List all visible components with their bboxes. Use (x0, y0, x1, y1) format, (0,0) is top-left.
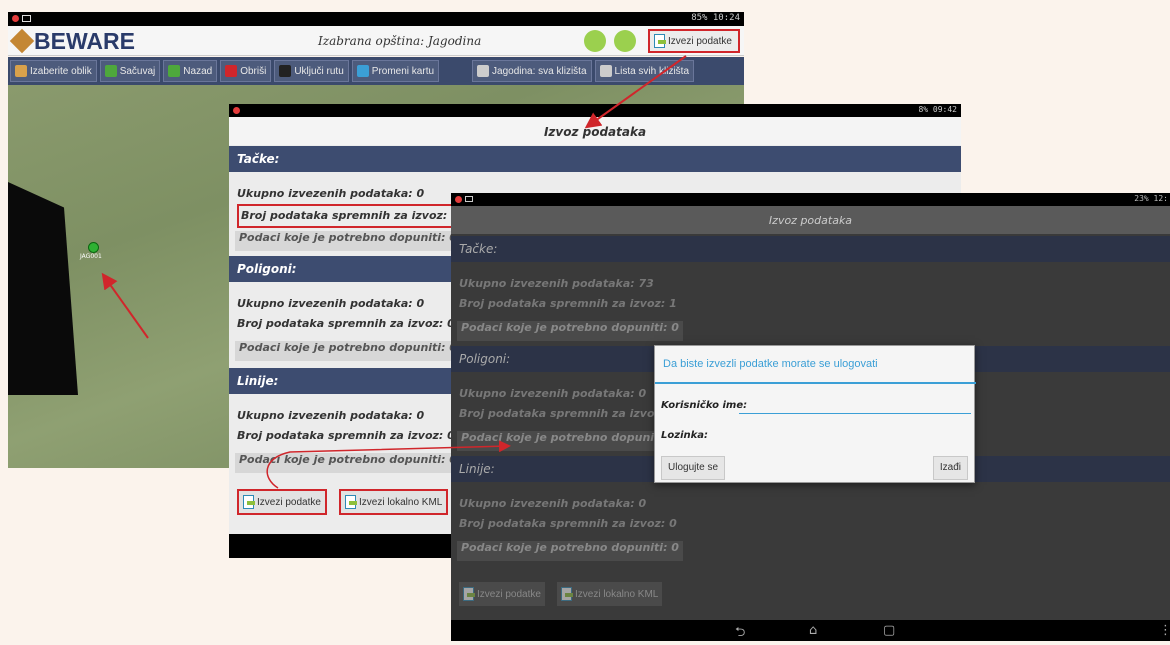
landslide-marker[interactable] (88, 242, 99, 253)
button-label: Izvezi lokalno KML (575, 588, 659, 600)
screen-icon (465, 196, 473, 202)
notification-icon (233, 107, 240, 114)
username-label: Korisničko ime: (661, 400, 748, 411)
export-kml-button[interactable]: Izvezi lokalno KML (557, 582, 663, 606)
status-text: 85% 10:24 (691, 13, 740, 23)
selected-municipality: Izabrana opština: Jagodina (318, 34, 482, 48)
route-icon (279, 65, 292, 77)
status-text: 23% 12: (1134, 194, 1168, 203)
recent-apps-icon[interactable]: ▢ (883, 623, 895, 638)
toolbar-label: Sačuvaj (119, 65, 156, 77)
notification-icon (12, 15, 19, 22)
ready-count: Broj podataka spremnih za izvoz: 1 (459, 297, 677, 310)
to-complete-button[interactable]: Podaci koje je potrebno dopuniti: 0 (235, 341, 461, 361)
notification-icon (455, 196, 462, 203)
toolbar-label: Izaberite oblik (30, 65, 92, 77)
export-document-icon (561, 587, 573, 601)
status-bar: 23% 12: (451, 193, 1170, 206)
back-icon[interactable]: ⮌ (735, 623, 745, 645)
dialog-title: Da biste izvezli podatke morate se ulogo… (663, 358, 878, 370)
export-document-icon (463, 587, 475, 601)
home-icon[interactable]: ⌂ (809, 623, 817, 638)
main-toolbar: Izaberite oblik Sačuvaj Nazad Obriši Ukl… (8, 57, 744, 85)
all-landslides-municipality-button[interactable]: Jagodina: sva klizišta (472, 60, 592, 82)
dialog-divider (655, 382, 976, 384)
password-label: Lozinka: (661, 430, 709, 441)
back-button[interactable]: Nazad (163, 60, 218, 82)
username-field[interactable] (739, 400, 971, 414)
list-icon (599, 65, 612, 77)
to-complete-button[interactable]: Podaci koje je potrebno dopuniti: 0 (457, 431, 683, 451)
export-document-icon (345, 495, 357, 509)
to-complete-button[interactable]: Podaci koje je potrebno dopuniti: 0 (235, 453, 461, 473)
back-arrow-icon (168, 65, 181, 77)
map-icon (356, 65, 369, 77)
screen-icon (22, 15, 31, 22)
delete-button[interactable]: Obriši (220, 60, 272, 82)
export-data-label: Izvezi podatke (668, 35, 732, 47)
choose-shape-button[interactable]: Izaberite oblik (10, 60, 97, 82)
points-section: Tačke: Ukupno izvezenih podataka: 73 Bro… (451, 236, 1170, 341)
to-complete-button[interactable]: Podaci koje je potrebno dopuniti: 0 (235, 231, 461, 251)
button-label: Izvezi lokalno KML (359, 496, 443, 508)
android-icon[interactable] (584, 30, 606, 52)
section-heading: Tačke: (451, 236, 1170, 262)
list-icon (477, 65, 490, 77)
section-heading: Tačke: (229, 146, 961, 172)
screen-title: Izvoz podataka (229, 117, 961, 145)
export-data-button[interactable]: Izvezi podatke (648, 29, 740, 53)
delete-x-icon (225, 65, 238, 77)
button-label: Izvezi podatke (477, 588, 541, 600)
login-dialog: Da biste izvezli podatke morate se ulogo… (654, 345, 976, 483)
status-text: 8% 09:42 (918, 105, 957, 114)
exported-count: Ukupno izvezenih podataka: 0 (459, 497, 647, 510)
toolbar-label: Uključi rutu (294, 65, 344, 77)
android-settings-icon[interactable] (614, 30, 636, 52)
app-header: BEWARE Izabrana opština: Jagodina Izvezi… (8, 26, 744, 56)
shape-icon (15, 65, 27, 77)
to-complete-button[interactable]: Podaci koje je potrebno dopuniti: 0 (457, 541, 683, 561)
enable-route-button[interactable]: Uključi rutu (274, 60, 349, 82)
login-button[interactable]: Ulogujte se (661, 456, 726, 480)
toolbar-label: Obriši (240, 65, 267, 77)
export-document-icon (654, 34, 666, 48)
to-complete-button[interactable]: Podaci koje je potrebno dopuniti: 0 (457, 321, 683, 341)
screen-title: Izvoz podataka (451, 206, 1170, 234)
export-data-button[interactable]: Izvezi podatke (459, 582, 545, 606)
toolbar-label: Lista svih klizišta (614, 65, 689, 77)
status-bar: 8% 09:42 (229, 104, 961, 117)
exit-button[interactable]: Izađi (932, 456, 968, 480)
toolbar-label: Nazad (183, 65, 213, 77)
exported-count: Ukupno izvezenih podataka: 73 (459, 277, 654, 290)
export-screen-login: 23% 12: Izvoz podataka Tačke: Ukupno izv… (451, 193, 1170, 641)
export-document-icon (243, 495, 255, 509)
toolbar-label: Jagodina: sva klizišta (492, 65, 587, 77)
toolbar-label: Promeni kartu (371, 65, 435, 77)
more-icon[interactable]: ⋮ (1159, 623, 1170, 638)
logo-box-icon (9, 28, 35, 54)
android-nav-bar: ⮌ ⌂ ▢ ⋮ (451, 620, 1170, 641)
change-map-button[interactable]: Promeni kartu (351, 60, 440, 82)
marker-label: JAG001 (80, 253, 102, 260)
export-data-button[interactable]: Izvezi podatke (237, 489, 327, 515)
ready-count-highlight: Broj podataka spremnih za izvoz: 1 (235, 204, 463, 228)
ready-count: Broj podataka spremnih za izvoz: 0 (459, 517, 677, 530)
status-bar: 85% 10:24 (8, 12, 744, 26)
landslide-list-button[interactable]: Lista svih klizišta (594, 60, 694, 82)
save-icon (104, 65, 117, 77)
export-kml-button[interactable]: Izvezi lokalno KML (339, 489, 449, 515)
app-logo-text: BEWARE (34, 28, 135, 54)
ready-count: Broj podataka spremnih za izvoz: 1 (237, 204, 463, 228)
save-button[interactable]: Sačuvaj (99, 60, 161, 82)
button-label: Izvezi podatke (257, 496, 321, 508)
